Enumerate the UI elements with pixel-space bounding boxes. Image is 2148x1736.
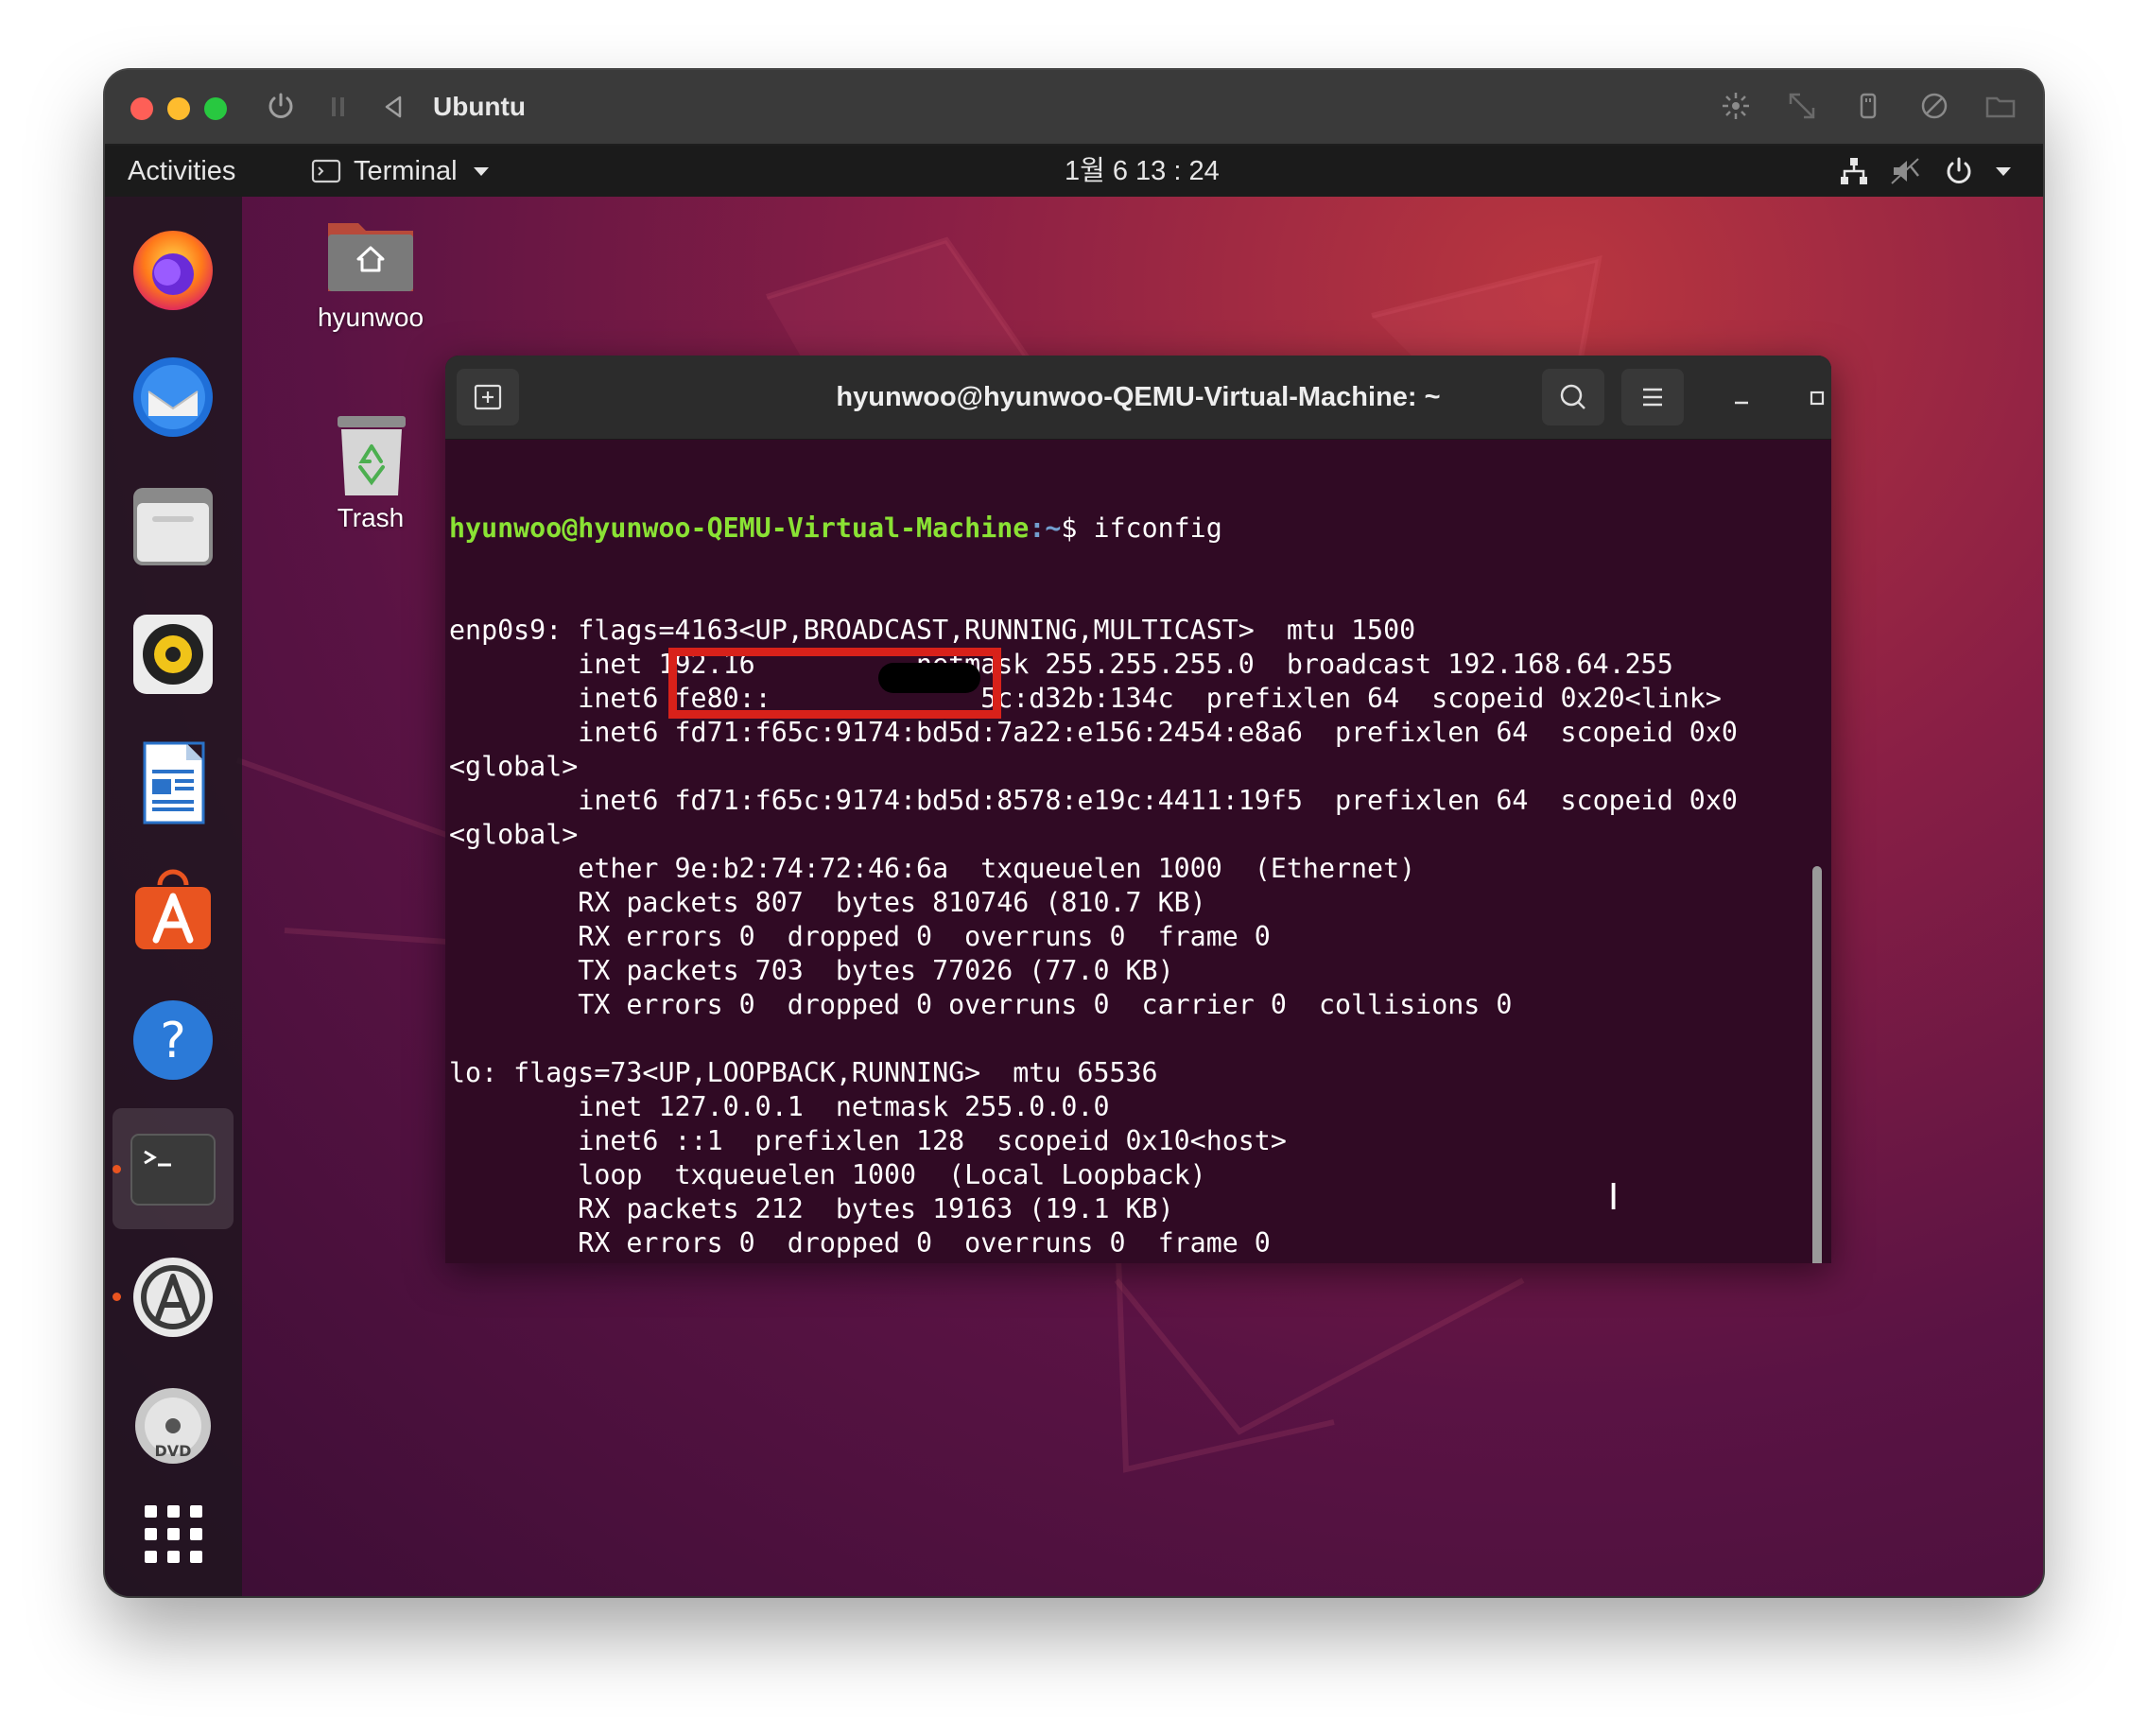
terminal-icon[interactable]: [130, 1125, 217, 1212]
terminal-window: hyunwoo@hyunwoo-QEMU-Virtual-Machine: ~: [445, 356, 1831, 1263]
network-icon[interactable]: [1838, 155, 1870, 187]
output-line: lo: flags=73<UP,LOOPBACK,RUNNING> mtu 65…: [449, 1057, 1158, 1088]
vm-window: Ubuntu Activities Terminal 1월 6 13: 24 …: [105, 70, 2043, 1596]
dvd-icon[interactable]: DVD: [130, 1382, 217, 1469]
vm-titlebar: Ubuntu: [105, 70, 2043, 146]
output-line: inet6 fd71:f65c:9174:bd5d:8578:e19c:4411…: [449, 785, 1738, 816]
prompt-path: :~: [1029, 512, 1062, 544]
output-line: RX packets 807 bytes 810746 (810.7 KB): [449, 887, 1206, 918]
app-menu-label[interactable]: Terminal: [354, 146, 458, 197]
terminal-headerbar: hyunwoo@hyunwoo-QEMU-Virtual-Machine: ~: [445, 356, 1831, 440]
ubuntu-software-icon[interactable]: [130, 868, 217, 955]
output-line: RX errors 0 dropped 0 overruns 0 frame 0: [449, 1227, 1271, 1259]
terminal-app-icon: [311, 159, 341, 183]
chevron-down-icon[interactable]: [473, 166, 490, 178]
minimize-window-button[interactable]: [167, 97, 190, 120]
output-lines: enp0s9: flags=4163<UP,BROADCAST,RUNNING,…: [449, 614, 1801, 1263]
output-line: loop txqueuelen 1000 (Local Loopback): [449, 1159, 1206, 1190]
files-icon[interactable]: [130, 482, 217, 569]
clock[interactable]: 1월 6 13 : 24: [1065, 146, 1220, 197]
running-indicator-dot: [113, 1165, 121, 1173]
output-line: inet 127.0.0.1 netmask 255.0.0.0: [449, 1091, 1110, 1122]
output-line: enp0s9: flags=4163<UP,BROADCAST,RUNNING,…: [449, 615, 1416, 646]
output-line: inet6 fd71:f65c:9174:bd5d:7a22:e156:2454…: [449, 717, 1738, 748]
usb-icon[interactable]: [1851, 89, 1885, 123]
prompt-symbol: $: [1061, 512, 1094, 544]
power-icon[interactable]: [266, 91, 296, 121]
close-window-button[interactable]: [130, 97, 153, 120]
brightness-icon[interactable]: [1719, 89, 1753, 123]
back-icon[interactable]: [382, 94, 405, 120]
search-button[interactable]: [1542, 369, 1604, 425]
home-folder-icon[interactable]: [324, 214, 417, 295]
terminal-output[interactable]: hyunwoo@hyunwoo-QEMU-Virtual-Machine:~$ …: [449, 443, 1801, 1263]
hamburger-menu-icon: [1643, 388, 1662, 407]
running-indicator-dot: [113, 1293, 121, 1301]
power-menu-icon[interactable]: [1943, 155, 1975, 187]
home-folder-label: hyunwoo: [317, 303, 424, 332]
prompt-user: hyunwoo@hyunwoo-QEMU-Virtual-Machine: [449, 512, 1030, 544]
system-menu-chevron-icon[interactable]: [1995, 166, 2012, 178]
help-icon[interactable]: ?: [130, 997, 217, 1084]
output-line: inet 192.16 netmask 255.255.255.0 broadc…: [449, 649, 1673, 680]
maximize-icon[interactable]: [1803, 384, 1831, 412]
ubuntu-desktop: Activities Terminal 1월 6 13 : 24 ? DVD h…: [105, 146, 2043, 1596]
trash-icon[interactable]: [336, 414, 407, 499]
thunderbird-icon[interactable]: [130, 354, 217, 441]
firefox-icon[interactable]: [130, 225, 217, 312]
resize-icon[interactable]: [1785, 89, 1819, 123]
libreoffice-writer-icon[interactable]: [130, 739, 217, 826]
output-line: <global>: [449, 819, 579, 850]
command-line: hyunwoo@hyunwoo-QEMU-Virtual-Machine:~$ …: [449, 512, 1801, 546]
minimize-icon[interactable]: [1727, 384, 1756, 412]
pause-icon[interactable]: [329, 94, 348, 120]
svg-text:DVD: DVD: [155, 1442, 192, 1460]
output-line: TX errors 0 dropped 0 overruns 0 carrier…: [449, 989, 1513, 1020]
rhythmbox-icon[interactable]: [130, 611, 217, 698]
output-line: RX errors 0 dropped 0 overruns 0 frame 0: [449, 921, 1271, 952]
output-line: TX packets 703 bytes 77026 (77.0 KB): [449, 955, 1174, 986]
output-line: ether 9e:b2:74:72:46:6a txqueuelen 1000 …: [449, 853, 1416, 884]
zoom-window-button[interactable]: [204, 97, 227, 120]
command-text: ifconfig: [1093, 512, 1222, 544]
output-line: RX packets 212 bytes 19163 (19.1 KB): [449, 1193, 1174, 1224]
gnome-top-bar: Activities Terminal 1월 6 13 : 24: [105, 146, 2043, 197]
software-updater-icon[interactable]: [130, 1254, 217, 1341]
show-applications-icon[interactable]: [139, 1500, 207, 1568]
search-icon: [1560, 384, 1585, 409]
output-line: inet6 fe80:: 5c:d32b:134c prefixlen 64 s…: [449, 683, 1722, 714]
activities-button[interactable]: Activities: [128, 146, 235, 197]
scrollbar[interactable]: [1812, 866, 1822, 1263]
ibeam-cursor-icon: I: [1608, 1176, 1620, 1218]
output-line: <global>: [449, 751, 579, 782]
output-line: inet6 ::1 prefixlen 128 scopeid 0x10<hos…: [449, 1125, 1287, 1156]
svg-text:?: ?: [160, 1013, 186, 1069]
dock: ? DVD: [105, 197, 242, 1596]
menu-button[interactable]: [1621, 369, 1684, 425]
output-line: TX packets 212 bytes 19163 (19.1 KB): [449, 1260, 1801, 1263]
folder-share-icon[interactable]: [1983, 89, 2018, 123]
redaction-mark: [878, 663, 980, 693]
trash-label: Trash: [337, 503, 405, 532]
volume-muted-icon[interactable]: [1890, 155, 1922, 187]
vm-title: Ubuntu: [433, 92, 526, 121]
sharing-icon[interactable]: [1917, 89, 1951, 123]
